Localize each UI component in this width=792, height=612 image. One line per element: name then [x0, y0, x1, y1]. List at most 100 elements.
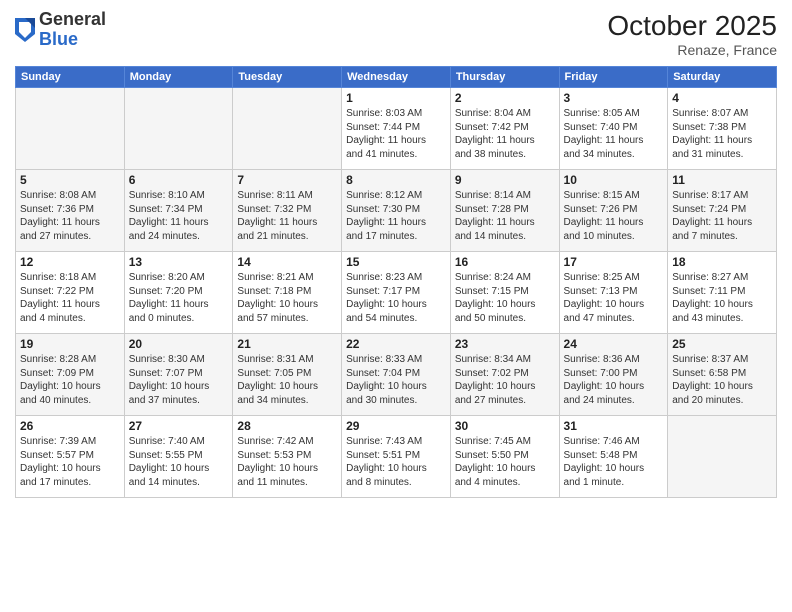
header-saturday: Saturday	[668, 67, 777, 88]
table-row: 31 Sunrise: 7:46 AM Sunset: 5:48 PM Dayli…	[559, 416, 668, 498]
day-number: 16	[455, 255, 555, 269]
table-row: 5 Sunrise: 8:08 AM Sunset: 7:36 PM Daylig…	[16, 170, 125, 252]
day-info: Sunrise: 8:27 AM Sunset: 7:11 PM Dayligh…	[672, 271, 772, 325]
table-row: 4 Sunrise: 8:07 AM Sunset: 7:38 PM Daylig…	[668, 88, 777, 170]
header-thursday: Thursday	[450, 67, 559, 88]
day-number: 30	[455, 419, 555, 433]
day-info: Sunrise: 8:36 AM Sunset: 7:00 PM Dayligh…	[564, 353, 664, 407]
day-number: 10	[564, 173, 664, 187]
calendar-week-row: 1Sunrise: 8:03 AM Sunset: 7:44 PM Daylig…	[16, 88, 777, 170]
calendar-week-row: 26 Sunrise: 7:39 AM Sunset: 5:57 PM Dayli…	[16, 416, 777, 498]
calendar: Sunday Monday Tuesday Wednesday Thursday…	[15, 66, 777, 498]
header-monday: Monday	[124, 67, 233, 88]
logo-icon	[15, 18, 35, 42]
day-info: Sunrise: 8:34 AM Sunset: 7:02 PM Dayligh…	[455, 353, 555, 407]
day-info: Sunrise: 8:30 AM Sunset: 7:07 PM Dayligh…	[129, 353, 229, 407]
day-info: Sunrise: 7:43 AM Sunset: 5:51 PM Dayligh…	[346, 435, 446, 489]
day-info: Sunrise: 8:11 AM Sunset: 7:32 PM Dayligh…	[237, 189, 337, 243]
logo: General Blue	[15, 10, 106, 50]
day-number: 15	[346, 255, 446, 269]
location: Renaze, France	[607, 42, 777, 58]
table-row: 21Sunrise: 8:31 AM Sunset: 7:05 PM Dayli…	[233, 334, 342, 416]
day-info: Sunrise: 8:21 AM Sunset: 7:18 PM Dayligh…	[237, 271, 337, 325]
table-row: 20 Sunrise: 8:30 AM Sunset: 7:07 PM Dayli…	[124, 334, 233, 416]
day-number: 3	[564, 91, 664, 105]
month-title: October 2025	[607, 10, 777, 42]
table-row: 25 Sunrise: 8:37 AM Sunset: 6:58 PM Dayli…	[668, 334, 777, 416]
day-number: 14	[237, 255, 337, 269]
header-tuesday: Tuesday	[233, 67, 342, 88]
day-number: 17	[564, 255, 664, 269]
calendar-week-row: 5 Sunrise: 8:08 AM Sunset: 7:36 PM Daylig…	[16, 170, 777, 252]
day-number: 29	[346, 419, 446, 433]
calendar-week-row: 19 Sunrise: 8:28 AM Sunset: 7:09 PM Dayli…	[16, 334, 777, 416]
day-info: Sunrise: 8:14 AM Sunset: 7:28 PM Dayligh…	[455, 189, 555, 243]
day-number: 9	[455, 173, 555, 187]
day-info: Sunrise: 8:24 AM Sunset: 7:15 PM Dayligh…	[455, 271, 555, 325]
table-row: 10 Sunrise: 8:15 AM Sunset: 7:26 PM Dayli…	[559, 170, 668, 252]
day-info: Sunrise: 8:07 AM Sunset: 7:38 PM Dayligh…	[672, 107, 772, 161]
day-number: 25	[672, 337, 772, 351]
table-row: 17 Sunrise: 8:25 AM Sunset: 7:13 PM Dayli…	[559, 252, 668, 334]
day-info: Sunrise: 8:33 AM Sunset: 7:04 PM Dayligh…	[346, 353, 446, 407]
logo-general-text: General	[39, 9, 106, 29]
day-info: Sunrise: 8:37 AM Sunset: 6:58 PM Dayligh…	[672, 353, 772, 407]
table-row: 16 Sunrise: 8:24 AM Sunset: 7:15 PM Dayli…	[450, 252, 559, 334]
logo-blue-text: Blue	[39, 29, 78, 49]
day-info: Sunrise: 8:23 AM Sunset: 7:17 PM Dayligh…	[346, 271, 446, 325]
page: General Blue October 2025 Renaze, France…	[0, 0, 792, 612]
table-row: 27 Sunrise: 7:40 AM Sunset: 5:55 PM Dayli…	[124, 416, 233, 498]
day-info: Sunrise: 8:08 AM Sunset: 7:36 PM Dayligh…	[20, 189, 120, 243]
day-info: Sunrise: 8:18 AM Sunset: 7:22 PM Dayligh…	[20, 271, 120, 325]
day-info: Sunrise: 8:28 AM Sunset: 7:09 PM Dayligh…	[20, 353, 120, 407]
table-row: 22 Sunrise: 8:33 AM Sunset: 7:04 PM Dayli…	[342, 334, 451, 416]
table-row: 18 Sunrise: 8:27 AM Sunset: 7:11 PM Dayli…	[668, 252, 777, 334]
day-number: 18	[672, 255, 772, 269]
table-row: 19 Sunrise: 8:28 AM Sunset: 7:09 PM Dayli…	[16, 334, 125, 416]
day-info: Sunrise: 8:15 AM Sunset: 7:26 PM Dayligh…	[564, 189, 664, 243]
day-number: 7	[237, 173, 337, 187]
header-friday: Friday	[559, 67, 668, 88]
day-info: Sunrise: 8:03 AM Sunset: 7:44 PM Dayligh…	[346, 107, 446, 161]
table-row: 3Sunrise: 8:05 AM Sunset: 7:40 PM Daylig…	[559, 88, 668, 170]
day-info: Sunrise: 7:39 AM Sunset: 5:57 PM Dayligh…	[20, 435, 120, 489]
day-number: 31	[564, 419, 664, 433]
day-number: 4	[672, 91, 772, 105]
day-number: 6	[129, 173, 229, 187]
table-row	[124, 88, 233, 170]
table-row: 8 Sunrise: 8:12 AM Sunset: 7:30 PM Daylig…	[342, 170, 451, 252]
calendar-week-row: 12 Sunrise: 8:18 AM Sunset: 7:22 PM Dayli…	[16, 252, 777, 334]
day-number: 12	[20, 255, 120, 269]
table-row: 30Sunrise: 7:45 AM Sunset: 5:50 PM Dayli…	[450, 416, 559, 498]
day-info: Sunrise: 7:40 AM Sunset: 5:55 PM Dayligh…	[129, 435, 229, 489]
day-number: 5	[20, 173, 120, 187]
day-info: Sunrise: 8:20 AM Sunset: 7:20 PM Dayligh…	[129, 271, 229, 325]
day-number: 23	[455, 337, 555, 351]
table-row: 13Sunrise: 8:20 AM Sunset: 7:20 PM Dayli…	[124, 252, 233, 334]
day-number: 28	[237, 419, 337, 433]
day-number: 26	[20, 419, 120, 433]
day-number: 22	[346, 337, 446, 351]
day-info: Sunrise: 8:04 AM Sunset: 7:42 PM Dayligh…	[455, 107, 555, 161]
table-row: 26 Sunrise: 7:39 AM Sunset: 5:57 PM Dayli…	[16, 416, 125, 498]
calendar-header-row: Sunday Monday Tuesday Wednesday Thursday…	[16, 67, 777, 88]
day-number: 8	[346, 173, 446, 187]
day-info: Sunrise: 8:12 AM Sunset: 7:30 PM Dayligh…	[346, 189, 446, 243]
day-info: Sunrise: 8:25 AM Sunset: 7:13 PM Dayligh…	[564, 271, 664, 325]
table-row: 23 Sunrise: 8:34 AM Sunset: 7:02 PM Dayli…	[450, 334, 559, 416]
table-row: 29 Sunrise: 7:43 AM Sunset: 5:51 PM Dayli…	[342, 416, 451, 498]
header-sunday: Sunday	[16, 67, 125, 88]
day-number: 19	[20, 337, 120, 351]
day-info: Sunrise: 8:17 AM Sunset: 7:24 PM Dayligh…	[672, 189, 772, 243]
table-row: 9 Sunrise: 8:14 AM Sunset: 7:28 PM Daylig…	[450, 170, 559, 252]
day-number: 24	[564, 337, 664, 351]
day-number: 27	[129, 419, 229, 433]
day-number: 20	[129, 337, 229, 351]
table-row: 15 Sunrise: 8:23 AM Sunset: 7:17 PM Dayli…	[342, 252, 451, 334]
table-row	[233, 88, 342, 170]
day-info: Sunrise: 7:46 AM Sunset: 5:48 PM Dayligh…	[564, 435, 664, 489]
header: General Blue October 2025 Renaze, France	[15, 10, 777, 58]
day-info: Sunrise: 7:42 AM Sunset: 5:53 PM Dayligh…	[237, 435, 337, 489]
title-area: October 2025 Renaze, France	[607, 10, 777, 58]
header-wednesday: Wednesday	[342, 67, 451, 88]
